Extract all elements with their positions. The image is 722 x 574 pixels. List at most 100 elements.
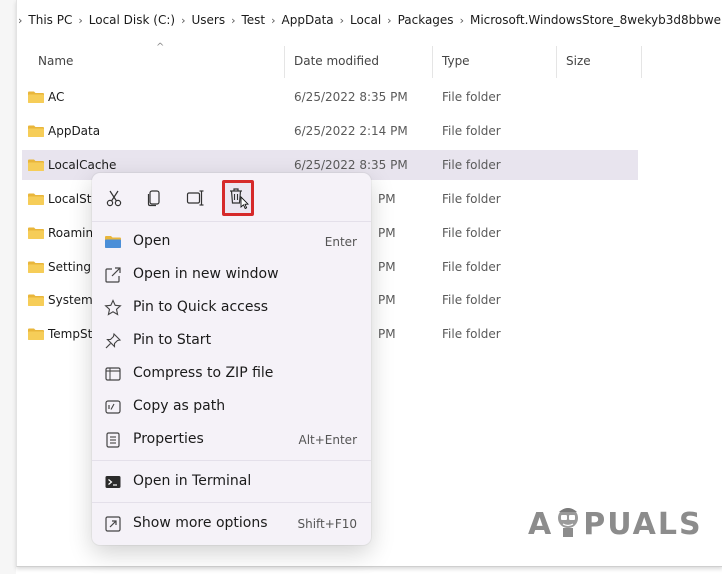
properties-icon [106, 432, 120, 448]
breadcrumb-this-pc[interactable]: This PC [28, 13, 72, 27]
chevron-right-icon: › [459, 13, 464, 27]
copy-button[interactable] [140, 185, 168, 211]
breadcrumb: › This PC › Local Disk (C:) › Users › Te… [0, 0, 722, 40]
menu-item-label: Open [133, 233, 171, 249]
terminal-icon [105, 476, 121, 488]
chevron-right-icon: › [18, 13, 23, 27]
column-divider[interactable] [432, 46, 433, 78]
file-name: System [48, 293, 93, 307]
folder-icon [28, 261, 44, 273]
file-row[interactable]: AC 6/25/2022 8:35 PM File folder [22, 82, 638, 112]
menu-item-label: Compress to ZIP file [133, 365, 274, 381]
chevron-right-icon: › [231, 13, 236, 27]
file-type: File folder [442, 327, 501, 341]
file-date: 6/25/2022 8:35 PM [294, 90, 408, 104]
file-name: AppData [48, 124, 101, 138]
column-divider[interactable] [284, 46, 285, 78]
breadcrumb-test[interactable]: Test [241, 13, 265, 27]
menu-item-pin-quick-access[interactable]: Pin to Quick access [92, 292, 371, 324]
breadcrumb-users[interactable]: Users [191, 13, 225, 27]
file-type: File folder [442, 90, 501, 104]
folder-icon [105, 236, 121, 248]
breadcrumb-appdata[interactable]: AppData [282, 13, 334, 27]
menu-item-open[interactable]: Open Enter [92, 226, 371, 258]
file-name: TempSt [48, 327, 93, 341]
more-options-icon [105, 516, 121, 532]
file-date: PM [378, 226, 396, 240]
context-menu-toolbar [92, 173, 371, 222]
rename-icon [186, 190, 204, 206]
appuals-mascot-icon [558, 508, 579, 537]
file-type: File folder [442, 158, 501, 172]
appuals-watermark: A PUALS [528, 504, 703, 548]
file-name: LocalCache [48, 158, 117, 172]
file-type: File folder [442, 226, 501, 240]
folder-icon [28, 91, 44, 103]
file-name: Roamin [48, 226, 94, 240]
folder-icon [28, 125, 44, 137]
menu-item-open-terminal[interactable]: Open in Terminal [92, 466, 371, 498]
column-header-type[interactable]: Type [442, 54, 470, 68]
open-new-window-icon [105, 267, 121, 283]
folder-icon [28, 328, 44, 340]
folder-icon [28, 294, 44, 306]
menu-item-label: Copy as path [133, 398, 226, 414]
menu-separator [92, 460, 371, 461]
file-type: File folder [442, 124, 501, 138]
menu-item-label: Pin to Start [133, 332, 212, 348]
file-row[interactable]: AppData 6/25/2022 2:14 PM File folder [22, 116, 638, 146]
menu-item-shortcut: Alt+Enter [298, 433, 357, 447]
star-icon [104, 299, 122, 316]
context-menu: Open Enter Open in new window Pin to Qui… [92, 173, 371, 545]
folder-icon [28, 193, 44, 205]
pin-icon [105, 332, 122, 349]
chevron-right-icon: › [339, 13, 345, 27]
copy-path-icon [105, 400, 121, 414]
file-date: 6/25/2022 2:14 PM [294, 124, 408, 138]
folder-icon [28, 159, 44, 171]
column-divider[interactable] [641, 46, 642, 78]
zip-icon [105, 367, 121, 381]
breadcrumb-local-disk[interactable]: Local Disk (C:) [89, 13, 175, 27]
watermark-letter: A [528, 507, 554, 542]
column-header-row: Name ^ Date modified Type Size [16, 42, 722, 80]
menu-item-open-new-window[interactable]: Open in new window [92, 259, 371, 291]
file-type: File folder [442, 293, 501, 307]
breadcrumb-packages[interactable]: Packages [398, 13, 454, 27]
file-name: AC [48, 90, 65, 104]
menu-item-pin-start[interactable]: Pin to Start [92, 325, 371, 357]
menu-item-shortcut: Shift+F10 [297, 517, 357, 531]
cut-button[interactable] [100, 185, 128, 211]
folder-icon [28, 227, 44, 239]
breadcrumb-local[interactable]: Local [350, 13, 381, 27]
delete-button[interactable] [222, 180, 254, 216]
rename-button[interactable] [182, 185, 210, 211]
menu-item-properties[interactable]: Properties Alt+Enter [92, 424, 371, 456]
column-header-date[interactable]: Date modified [294, 54, 379, 68]
menu-item-label: Open in new window [133, 266, 279, 282]
column-header-size[interactable]: Size [566, 54, 591, 68]
file-date: 6/25/2022 8:35 PM [294, 158, 408, 172]
file-date: PM [378, 192, 396, 206]
file-type: File folder [442, 260, 501, 274]
cut-icon [106, 190, 122, 207]
menu-item-label: Open in Terminal [133, 473, 252, 489]
breadcrumb-windowsstore[interactable]: Microsoft.WindowsStore_8wekyb3d8bbwe [470, 13, 721, 27]
menu-item-copy-path[interactable]: Copy as path [92, 391, 371, 423]
column-header-name[interactable]: Name [38, 54, 73, 68]
chevron-right-icon: › [78, 13, 83, 27]
file-date: PM [378, 260, 396, 274]
column-divider[interactable] [556, 46, 557, 78]
chevron-right-icon: › [387, 13, 392, 27]
chevron-right-icon: › [271, 13, 276, 27]
copy-icon [147, 190, 160, 207]
file-name: Setting [48, 260, 91, 274]
menu-item-shortcut: Enter [324, 235, 357, 249]
menu-item-compress-zip[interactable]: Compress to ZIP file [92, 358, 371, 390]
file-type: File folder [442, 192, 501, 206]
menu-separator [92, 502, 371, 503]
desktop-edge [0, 0, 16, 574]
file-date: PM [378, 293, 396, 307]
menu-item-show-more-options[interactable]: Show more options Shift+F10 [92, 508, 371, 540]
delete-icon [230, 188, 249, 210]
